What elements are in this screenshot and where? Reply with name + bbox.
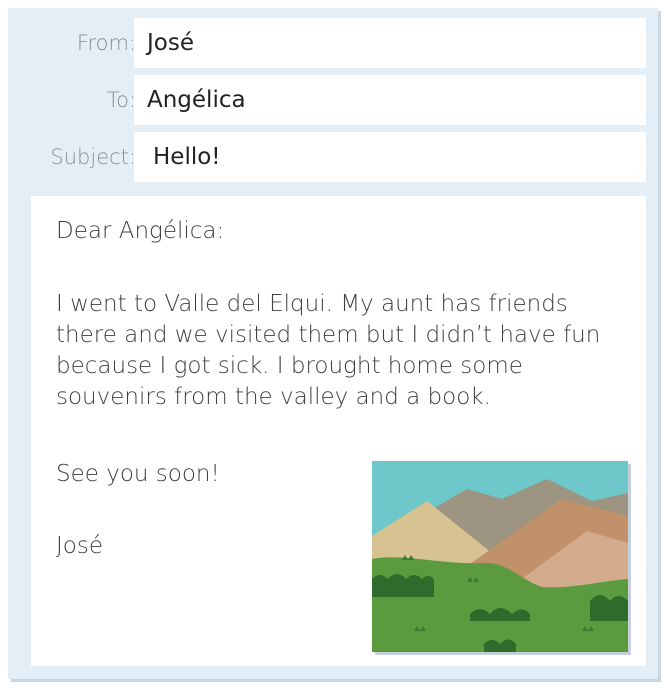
- to-row: To: Angélica: [8, 74, 658, 126]
- from-label: From:: [76, 31, 136, 55]
- from-row: From: José: [8, 17, 658, 69]
- subject-field: Hello!: [134, 132, 646, 182]
- greeting-text: Dear Angélica:: [56, 218, 225, 244]
- valley-picture: [372, 461, 628, 652]
- email-card: From: José To: Angélica Subject: Hello! …: [8, 8, 658, 679]
- from-field: José: [134, 18, 646, 68]
- message-body: Dear Angélica: I went to Valle del Elqui…: [31, 196, 646, 666]
- to-field: Angélica: [134, 75, 646, 125]
- signature-text: José: [56, 533, 103, 559]
- bush-left: [372, 574, 434, 597]
- valley-illustration: [372, 461, 628, 652]
- subject-row: Subject: Hello!: [8, 131, 658, 183]
- bush-center: [470, 608, 530, 621]
- to-label: To:: [106, 88, 136, 112]
- subject-label: Subject:: [50, 145, 136, 169]
- message-text: I went to Valle del Elqui. My aunt has f…: [56, 291, 601, 410]
- signoff-text: See you soon!: [56, 461, 220, 487]
